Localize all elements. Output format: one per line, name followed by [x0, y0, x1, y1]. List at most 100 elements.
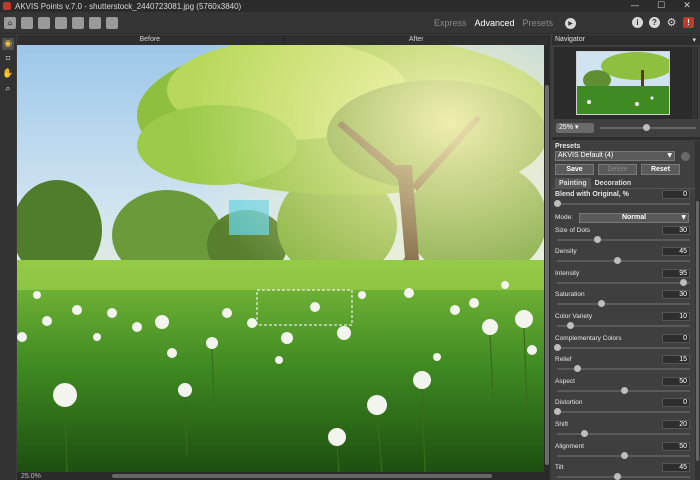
save-file-icon[interactable]	[38, 16, 50, 29]
preset-select[interactable]: AKVIS Default (4) ▼	[555, 151, 675, 161]
navigator-preview[interactable]	[554, 47, 698, 119]
param-label: Shift	[555, 420, 569, 428]
blend-value-field[interactable]: 0	[662, 190, 690, 199]
param-slider[interactable]	[557, 429, 690, 437]
param-slider[interactable]	[557, 365, 690, 373]
reset-preset-button[interactable]: Reset	[641, 164, 680, 175]
canvas-vertical-scrollbar[interactable]	[544, 45, 550, 472]
settings-gear-icon[interactable]: ⚙	[666, 16, 677, 29]
favorite-icon[interactable]	[681, 151, 690, 161]
settings-tabs: Painting Decoration	[552, 178, 700, 189]
param-slider-knob[interactable]	[554, 408, 561, 416]
zoom-tool-icon[interactable]: ⌕	[2, 83, 14, 95]
tab-decoration[interactable]: Decoration	[591, 178, 636, 188]
param-slider[interactable]	[557, 278, 690, 286]
param-slider-knob[interactable]	[580, 429, 588, 437]
param-slider[interactable]	[557, 473, 690, 480]
param-label: Alignment	[555, 442, 584, 450]
param-value-field[interactable]: 95	[662, 268, 690, 278]
param-slider-knob[interactable]	[680, 278, 688, 286]
param-value-field[interactable]: 0	[662, 333, 690, 343]
app-logo-icon	[3, 2, 11, 10]
tab-after[interactable]: After	[284, 35, 550, 45]
zoom-select[interactable]: 25% ▾	[556, 123, 594, 133]
param-slider[interactable]	[557, 386, 690, 394]
param-slider-knob[interactable]	[597, 300, 605, 308]
param-slider-knob[interactable]	[567, 321, 575, 329]
canvas-horizontal-scrollbar[interactable]	[112, 474, 492, 478]
param-slider[interactable]	[557, 451, 690, 459]
hand-tool-icon[interactable]: ✋	[2, 68, 14, 80]
zoom-level: 25.0%	[21, 472, 41, 480]
navigator-title: Navigator	[555, 36, 585, 43]
share-icon[interactable]	[89, 16, 101, 29]
notification-icon[interactable]: !	[683, 17, 694, 28]
run-button[interactable]: ▶	[565, 17, 577, 29]
save-preset-button[interactable]: Save	[555, 164, 594, 175]
home-icon[interactable]: ⌂	[4, 16, 16, 29]
blend-slider-knob[interactable]	[554, 200, 561, 207]
mode-select[interactable]: Normal ▼	[579, 212, 689, 223]
param-complementary-colors: Complementary Colors 0	[552, 333, 700, 355]
close-window-button[interactable]: ✕	[674, 0, 700, 12]
navigator-header[interactable]: Navigator ▾	[552, 35, 700, 45]
tab-advanced[interactable]: Advanced	[475, 18, 515, 28]
param-value-field[interactable]: 30	[662, 290, 690, 300]
zoom-slider-knob[interactable]	[643, 124, 651, 131]
image-canvas[interactable]	[17, 45, 544, 472]
mode-label: Mode:	[555, 214, 574, 222]
param-slider-knob[interactable]	[593, 235, 601, 243]
param-slider-knob[interactable]	[613, 257, 621, 265]
open-file-icon[interactable]	[21, 16, 33, 29]
title-bar: AKVIS Points v.7.0 - shutterstock_244072…	[0, 0, 700, 12]
param-slider[interactable]	[554, 343, 690, 351]
param-tilt: Tilt 45	[552, 462, 700, 480]
param-label: Aspect	[555, 377, 575, 385]
param-slider[interactable]	[557, 300, 690, 308]
param-slider[interactable]	[557, 257, 690, 265]
print-icon[interactable]	[55, 16, 67, 29]
param-slider-knob[interactable]	[554, 343, 561, 351]
toolbar-right-icons: i ? ⚙ !	[632, 16, 694, 29]
param-slider-knob[interactable]	[620, 386, 628, 394]
help-icon[interactable]: ?	[649, 17, 660, 28]
preferences-icon[interactable]	[106, 16, 118, 29]
tab-express[interactable]: Express	[434, 18, 467, 28]
navigator-thumbnail[interactable]	[576, 51, 670, 115]
param-size-of-dots: Size of Dots 30	[552, 225, 700, 247]
param-value-field[interactable]: 50	[662, 441, 690, 451]
panel-scrollbar[interactable]	[695, 141, 700, 480]
param-slider-knob[interactable]	[573, 365, 581, 373]
param-value-field[interactable]: 20	[662, 419, 690, 429]
tab-before[interactable]: Before	[17, 35, 284, 45]
blend-slider[interactable]	[554, 200, 690, 207]
preset-selected-value: AKVIS Default (4)	[558, 152, 614, 159]
param-value-field[interactable]: 45	[662, 247, 690, 257]
param-slider[interactable]	[554, 408, 690, 416]
eye-tool-icon[interactable]: ◉	[2, 38, 14, 50]
param-alignment: Alignment 50	[552, 441, 700, 463]
param-relief: Relief 15	[552, 354, 700, 376]
param-slider[interactable]	[557, 235, 690, 243]
param-value-field[interactable]: 0	[662, 398, 690, 408]
param-value-field[interactable]: 15	[662, 355, 690, 365]
delete-preset-button[interactable]: Delete	[598, 164, 637, 175]
batch-icon[interactable]	[72, 16, 84, 29]
zoom-slider[interactable]	[600, 124, 696, 131]
presets-label: Presets	[555, 143, 581, 150]
about-icon[interactable]: i	[632, 17, 643, 28]
tab-presets[interactable]: Presets	[523, 18, 554, 28]
param-value-field[interactable]: 30	[662, 225, 690, 235]
settings-panel: Navigator ▾ 25% ▾ Presets AKVIS Default …	[552, 35, 700, 480]
param-value-field[interactable]: 10	[662, 311, 690, 321]
param-slider-knob[interactable]	[620, 451, 628, 459]
navigator-zoom-row: 25% ▾	[552, 121, 700, 135]
param-slider-knob[interactable]	[613, 473, 621, 480]
minimize-button[interactable]: —	[622, 0, 648, 12]
crop-tool-icon[interactable]: ⌗	[2, 53, 14, 65]
param-slider[interactable]	[557, 321, 690, 329]
param-value-field[interactable]: 45	[662, 463, 690, 473]
param-value-field[interactable]: 50	[662, 376, 690, 386]
maximize-button[interactable]: ☐	[648, 0, 674, 12]
tab-painting[interactable]: Painting	[555, 178, 591, 188]
